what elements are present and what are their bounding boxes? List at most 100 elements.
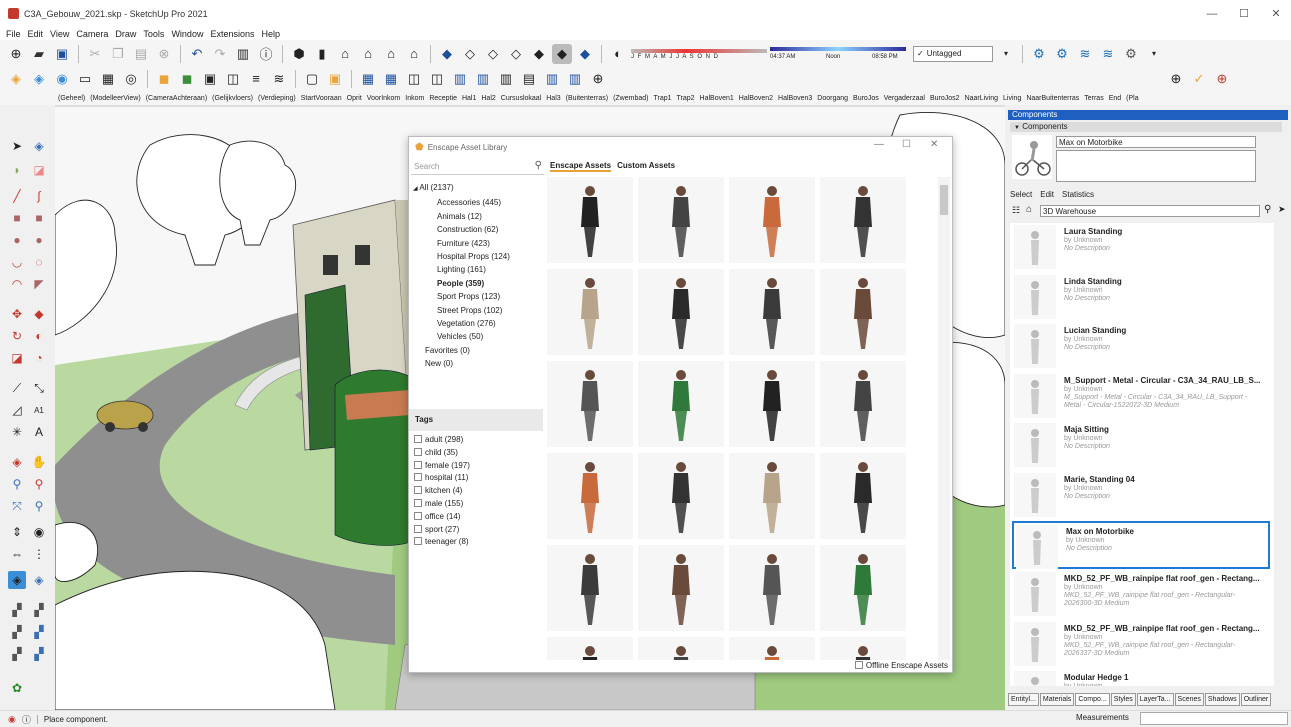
asset-thumbnail[interactable]	[638, 177, 724, 263]
layout3-icon[interactable]: ▥	[496, 69, 516, 89]
look-around-icon[interactable]: ◉	[30, 523, 48, 541]
component-list-item[interactable]: Max on Motorbike by Unknown No Description	[1012, 520, 1270, 569]
smoove-icon[interactable]: ◈	[29, 69, 49, 89]
solid-inter-icon[interactable]: ≋	[269, 69, 289, 89]
dynamic-comp-2-icon[interactable]: ▞	[30, 601, 48, 619]
scene-tab[interactable]: Oprit	[347, 95, 362, 102]
3d-text-icon[interactable]: A	[30, 423, 48, 441]
search-icon[interactable]: ⚲	[535, 160, 542, 171]
geo-location-icon[interactable]: ⊕	[588, 69, 608, 89]
top-view-icon[interactable]: ▮	[312, 44, 332, 64]
solid-outer-icon[interactable]: ≡	[246, 69, 266, 89]
category-lighting[interactable]: Lighting (161)	[413, 263, 545, 276]
section-display-icon[interactable]: ▦	[381, 69, 401, 89]
tag-male[interactable]: male (155)	[414, 498, 470, 511]
scene-tab[interactable]: StartVooraan	[301, 95, 342, 102]
scene-tab[interactable]: Hal2	[481, 95, 495, 102]
geo-location-icon[interactable]: ◉	[8, 714, 16, 725]
tag-sport[interactable]: sport (27)	[414, 524, 470, 537]
asset-thumbnail[interactable]	[729, 361, 815, 447]
asset-thumbnail[interactable]	[547, 269, 633, 355]
scene-tab[interactable]: NaarBuitenterras	[1026, 95, 1079, 102]
category-accessories[interactable]: Accessories (445)	[413, 196, 545, 209]
copy-icon[interactable]: ❐	[108, 44, 128, 64]
dynamic-comp-3-icon[interactable]: ▞	[8, 623, 26, 641]
layout5-icon[interactable]: ▥	[542, 69, 562, 89]
category-favorites[interactable]: Favorites (0)	[413, 344, 545, 357]
checkbox[interactable]	[414, 498, 422, 507]
scene-tab[interactable]: Inkom	[405, 95, 424, 102]
scene-tab[interactable]: VoorInkom	[367, 95, 400, 102]
asset-thumbnail[interactable]	[638, 545, 724, 631]
pan-icon[interactable]: ✋	[30, 453, 48, 471]
asset-thumbnail[interactable]	[820, 177, 906, 263]
scene-tab[interactable]: Hal1	[462, 95, 476, 102]
asset-thumbnail[interactable]	[729, 545, 815, 631]
tray-tab-materials[interactable]: Materials	[1039, 693, 1075, 706]
select-icon[interactable]: ➤	[8, 137, 26, 155]
scene-tab[interactable]: End	[1109, 95, 1121, 102]
tray-tab-components[interactable]: Compo...	[1075, 693, 1110, 706]
iso-view-icon[interactable]: ⬢	[289, 44, 309, 64]
tray-tab-layer-tags[interactable]: LayerTa...	[1136, 693, 1174, 706]
scene-tab[interactable]: (Geheel)	[58, 95, 85, 102]
dialog-maximize-button[interactable]: ☐	[902, 139, 911, 150]
right-view-icon[interactable]: ⌂	[358, 44, 378, 64]
tab-enscape-assets[interactable]: Enscape Assets	[550, 161, 612, 172]
scene-tab[interactable]: Doorgang	[817, 95, 848, 102]
tag-hospital[interactable]: hospital (11)	[414, 472, 470, 485]
tab-edit[interactable]: Edit	[1040, 190, 1054, 199]
freehand-icon[interactable]: ∫	[30, 187, 48, 205]
checkbox[interactable]	[414, 511, 422, 520]
tab-statistics[interactable]: Statistics	[1062, 190, 1094, 199]
front-view-icon[interactable]: ⌂	[335, 44, 355, 64]
component-icon[interactable]: ◈	[30, 137, 48, 155]
tag-teenager[interactable]: teenager (8)	[414, 536, 470, 549]
component-list-item[interactable]: Maja Sitting by Unknown No Description	[1012, 421, 1270, 469]
protractor-icon[interactable]: ⊕	[1212, 69, 1232, 89]
protractor-tool-icon[interactable]: ◿	[8, 401, 26, 419]
tag-child[interactable]: child (35)	[414, 447, 470, 460]
enscape-start-icon[interactable]: ⚙	[1029, 44, 1049, 64]
scrollbar-thumb[interactable]	[940, 185, 948, 215]
orbit-icon[interactable]: ◈	[8, 453, 26, 471]
shaded-style-icon[interactable]: ◇	[506, 44, 526, 64]
model-info-icon[interactable]: ⓘ	[256, 44, 276, 64]
asset-thumbnail[interactable]	[638, 361, 724, 447]
tag-adult[interactable]: adult (298)	[414, 434, 470, 447]
scene-tab[interactable]: (Verdieping)	[258, 95, 296, 102]
dynamic-comp-4-icon[interactable]: ▞	[30, 623, 48, 641]
dialog-close-button[interactable]: ✕	[930, 139, 938, 150]
scene-tab[interactable]: (Pla	[1126, 95, 1138, 102]
paint-bucket-icon[interactable]: ◗	[8, 161, 26, 179]
scene-tab[interactable]: Vergaderzaal	[884, 95, 925, 102]
scene-tab[interactable]: Trap2	[677, 95, 695, 102]
enscape-views-icon[interactable]: ≋	[1075, 44, 1095, 64]
erase-icon[interactable]: ⊗	[154, 44, 174, 64]
axes-icon[interactable]: ⊕	[1166, 69, 1186, 89]
rotated-rectangle-icon[interactable]: ■	[30, 209, 48, 227]
textured-style-icon[interactable]: ◆	[529, 44, 549, 64]
dialog-minimize-button[interactable]: —	[874, 139, 884, 150]
category-construction[interactable]: Construction (62)	[413, 223, 545, 236]
category-vehicles[interactable]: Vehicles (50)	[413, 330, 545, 343]
shadows-style-icon[interactable]: ◆	[575, 44, 595, 64]
component-search-input[interactable]: 3D Warehouse	[1040, 205, 1260, 217]
component-list-item[interactable]: MKD_52_PF_WB_rainpipe flat roof_gen - Re…	[1012, 570, 1270, 618]
checkbox[interactable]	[414, 435, 422, 443]
layout6-icon[interactable]: ▥	[565, 69, 585, 89]
scene-tab[interactable]: HalBoven3	[778, 95, 812, 102]
zoom-window-icon[interactable]: ⚲	[30, 475, 48, 493]
menu-extensions[interactable]: Extensions	[210, 29, 254, 39]
back-view-icon[interactable]: ⌂	[381, 44, 401, 64]
checkbox[interactable]	[414, 460, 422, 469]
category-street-props[interactable]: Street Props (102)	[413, 304, 545, 317]
tag-office[interactable]: office (14)	[414, 511, 470, 524]
category-vegetation[interactable]: Vegetation (276)	[413, 317, 545, 330]
scene-tab[interactable]: (Buitenterras)	[566, 95, 608, 102]
checkbox[interactable]	[414, 537, 422, 546]
asset-thumbnail[interactable]	[729, 269, 815, 355]
menu-edit[interactable]: Edit	[28, 29, 44, 39]
hidden-line-style-icon[interactable]: ◇	[483, 44, 503, 64]
walk-icon[interactable]: ⇔	[8, 545, 26, 563]
